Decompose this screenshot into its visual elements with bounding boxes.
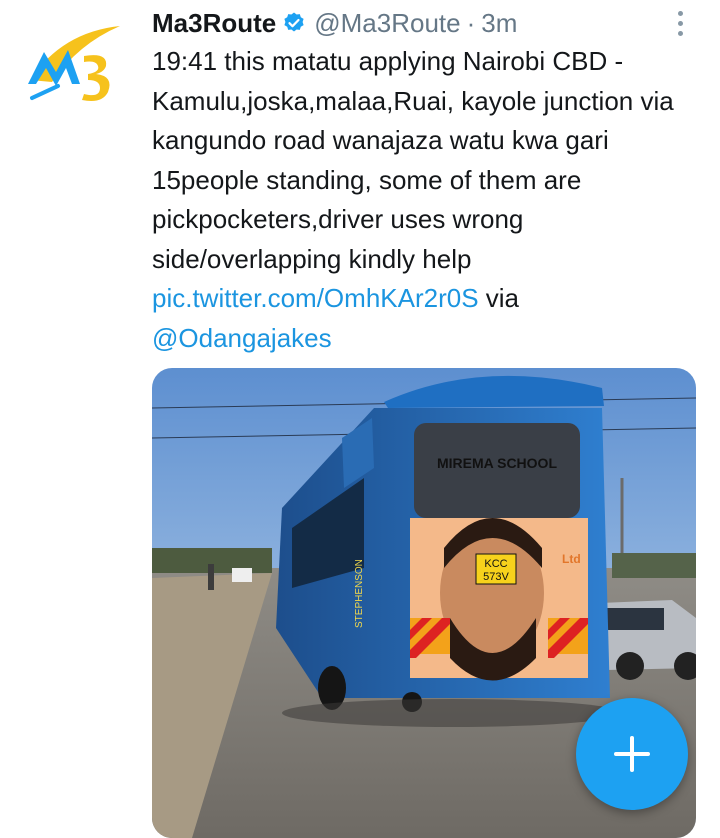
user-handle[interactable]: @Ma3Route — [314, 8, 460, 39]
tweet-body: 19:41 this matatu applying Nairobi CBD -… — [152, 46, 674, 274]
art-text: Ltd — [562, 552, 581, 566]
window-sign: MIREMA SCHOOL — [437, 455, 557, 471]
plate-line2: 573V — [483, 571, 509, 583]
display-name[interactable]: Ma3Route — [152, 8, 276, 39]
mention-link[interactable]: @Odangajakes — [152, 323, 332, 353]
side-text: STEPHENSON — [354, 559, 365, 628]
ma3route-logo-avatar[interactable] — [22, 22, 128, 106]
verified-badge-icon — [284, 12, 304, 32]
tweet-header: Ma3Route @Ma3Route · 3m — [152, 6, 517, 40]
separator-dot: · — [466, 7, 476, 38]
plus-icon — [614, 736, 650, 772]
timestamp[interactable]: 3m — [481, 8, 517, 39]
compose-tweet-button[interactable] — [576, 698, 688, 810]
via-text: via — [478, 283, 520, 313]
more-vertical-icon[interactable] — [668, 6, 692, 40]
tweet[interactable]: Ma3Route @Ma3Route · 3m 19:41 this matat… — [0, 0, 720, 838]
pic-link[interactable]: pic.twitter.com/OmhKAr2r0S — [152, 283, 479, 313]
plate-line1: KCC — [484, 558, 507, 570]
tweet-text: 19:41 this matatu applying Nairobi CBD -… — [152, 42, 702, 358]
